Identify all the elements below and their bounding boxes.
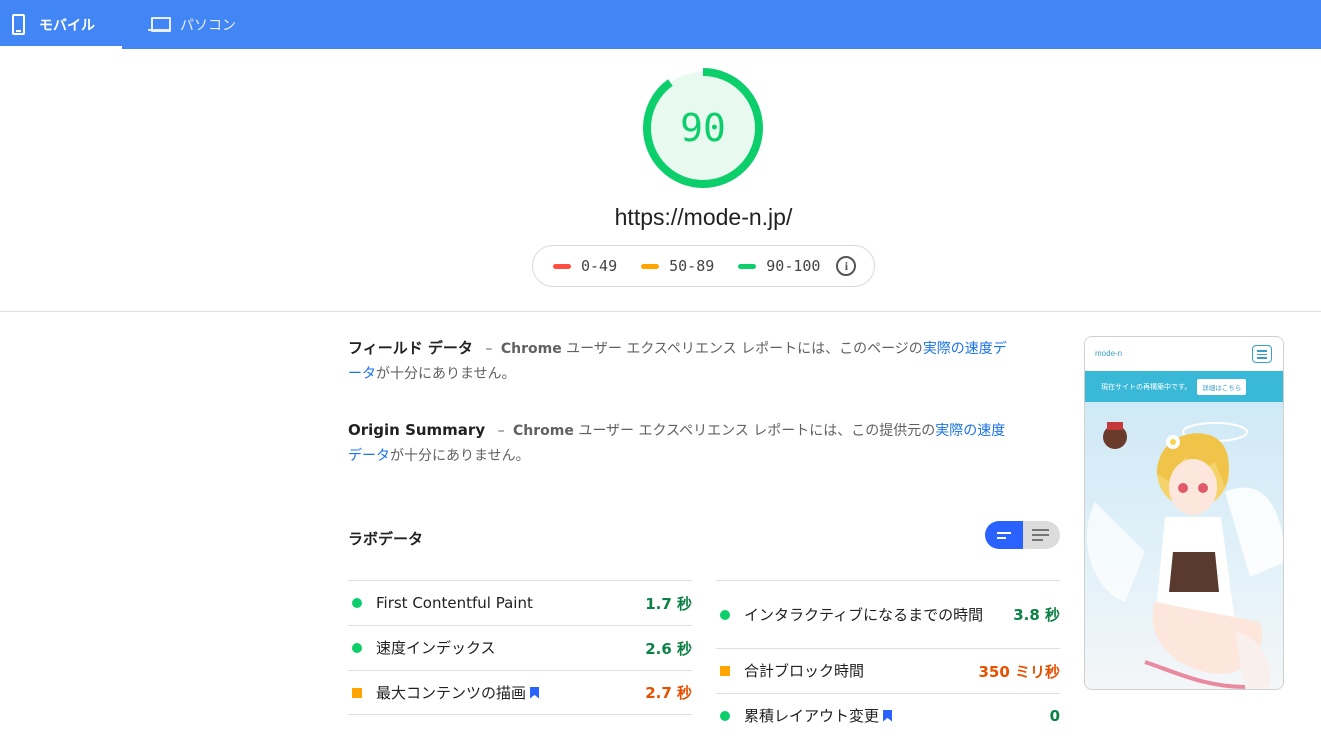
preview-logo: mode-n — [1095, 349, 1123, 358]
metric-row: 累積レイアウト変更 0 — [716, 693, 1060, 737]
metric-label: 最大コンテンツの描画 — [376, 681, 540, 705]
metric-label: インタラクティブになるまでの時間 — [744, 605, 984, 624]
field-data-separator: – — [485, 341, 493, 357]
origin-summary-separator: – — [497, 423, 505, 439]
lab-data-title: ラボデータ — [348, 530, 424, 548]
metric-value: 2.7 秒 — [645, 684, 692, 702]
preview-site-header: mode-n — [1085, 337, 1283, 371]
metric-row: インタラクティブになるまでの時間 3.8 秒 — [716, 580, 1060, 648]
metric-label: 速度インデックス — [376, 639, 496, 657]
tested-url: https://mode-n.jp/ — [614, 204, 793, 230]
field-data-text-after: が十分にありません。 — [376, 366, 516, 382]
list-expanded-icon[interactable] — [1023, 521, 1060, 549]
average-square-icon — [720, 666, 730, 676]
pass-dot-icon — [352, 643, 362, 653]
legend-average-label: 50-89 — [669, 257, 715, 275]
device-tabbar: モバイル パソコン — [0, 0, 1321, 49]
metric-label-text: 累積レイアウト変更 — [744, 706, 880, 725]
legend-pass-swatch — [738, 263, 757, 269]
metric-row: 合計ブロック時間 350 ミリ秒 — [716, 648, 1060, 693]
bookmark-icon — [530, 686, 540, 699]
info-icon[interactable]: i — [836, 256, 857, 276]
bookmark-icon — [883, 709, 893, 722]
field-data-title: フィールド データ — [348, 339, 473, 357]
origin-summary-text-after: が十分にありません。 — [390, 448, 530, 464]
metric-value: 0 — [1049, 706, 1060, 725]
metric-value: 3.8 秒 — [1013, 606, 1060, 624]
final-screenshot-preview: mode-n 現在サイトの再構築中です。 詳細はこちら — [1084, 336, 1284, 690]
pass-dot-icon — [720, 609, 730, 620]
performance-score-gauge: 90 — [642, 67, 764, 189]
origin-summary-text: ユーザー エクスペリエンス レポートには、この提供元の — [573, 423, 936, 439]
metric-label-text: 最大コンテンツの描画 — [376, 683, 527, 702]
legend-average: 50-89 — [641, 257, 714, 275]
legend-pass-label: 90-100 — [766, 257, 821, 275]
metric-row: 最大コンテンツの描画 2.7 秒 — [348, 670, 692, 715]
legend-pass: 90-100 — [738, 257, 820, 275]
metrics-left-column: First Contentful Paint 1.7 秒 速度インデックス 2.… — [348, 580, 692, 715]
origin-summary-section: Origin Summary – Chrome ユーザー エクスペリエンス レポ… — [348, 418, 1008, 469]
smartphone-icon — [12, 14, 25, 35]
hamburger-menu-icon — [1252, 345, 1272, 363]
preview-banner: 現在サイトの再構築中です。 詳細はこちら — [1085, 371, 1283, 402]
metric-value: 1.7 秒 — [645, 594, 692, 613]
metric-row: 速度インデックス 2.6 秒 — [348, 625, 692, 670]
score-legend: 0-49 50-89 90-100 i — [532, 245, 875, 287]
anime-illustration-image — [1086, 422, 1283, 689]
origin-summary-title: Origin Summary — [348, 421, 486, 439]
field-data-text: ユーザー エクスペリエンス レポートには、このページの — [561, 341, 923, 357]
tab-mobile[interactable]: モバイル — [0, 0, 122, 49]
preview-banner-button: 詳細はこちら — [1197, 378, 1247, 395]
preview-banner-text: 現在サイトの再構築中です。 — [1101, 383, 1192, 391]
list-compact-icon[interactable] — [985, 521, 1023, 549]
field-data-section: フィールド データ – Chrome ユーザー エクスペリエンス レポートには、… — [348, 336, 1008, 387]
metric-value: 350 ミリ秒 — [978, 662, 1060, 681]
section-divider — [0, 311, 1321, 312]
field-data-chrome: Chrome — [500, 341, 562, 357]
metric-label: 累積レイアウト変更 — [744, 704, 893, 728]
pass-dot-icon — [352, 598, 362, 608]
legend-average-swatch — [641, 263, 660, 269]
legend-fail-swatch — [553, 263, 571, 269]
metrics-right-column: インタラクティブになるまでの時間 3.8 秒 合計ブロック時間 350 ミリ秒 … — [716, 580, 1060, 737]
active-tab-indicator — [0, 46, 122, 49]
metric-label: 合計ブロック時間 — [744, 662, 865, 680]
laptop-icon — [148, 16, 172, 33]
legend-fail: 0-49 — [553, 257, 617, 275]
metric-row: First Contentful Paint 1.7 秒 — [348, 580, 692, 625]
legend-fail-label: 0-49 — [581, 257, 618, 275]
pass-dot-icon — [720, 710, 730, 721]
tab-mobile-label: モバイル — [39, 17, 95, 34]
metric-label: First Contentful Paint — [376, 594, 533, 612]
metric-view-toggle — [985, 521, 1060, 549]
preview-hero-illustration — [1085, 402, 1283, 689]
score-value: 90 — [680, 106, 726, 150]
tab-desktop[interactable]: パソコン — [122, 0, 262, 49]
metric-value: 2.6 秒 — [645, 639, 692, 658]
tab-desktop-label: パソコン — [180, 17, 236, 34]
origin-summary-chrome: Chrome — [513, 423, 574, 439]
average-square-icon — [352, 687, 362, 698]
